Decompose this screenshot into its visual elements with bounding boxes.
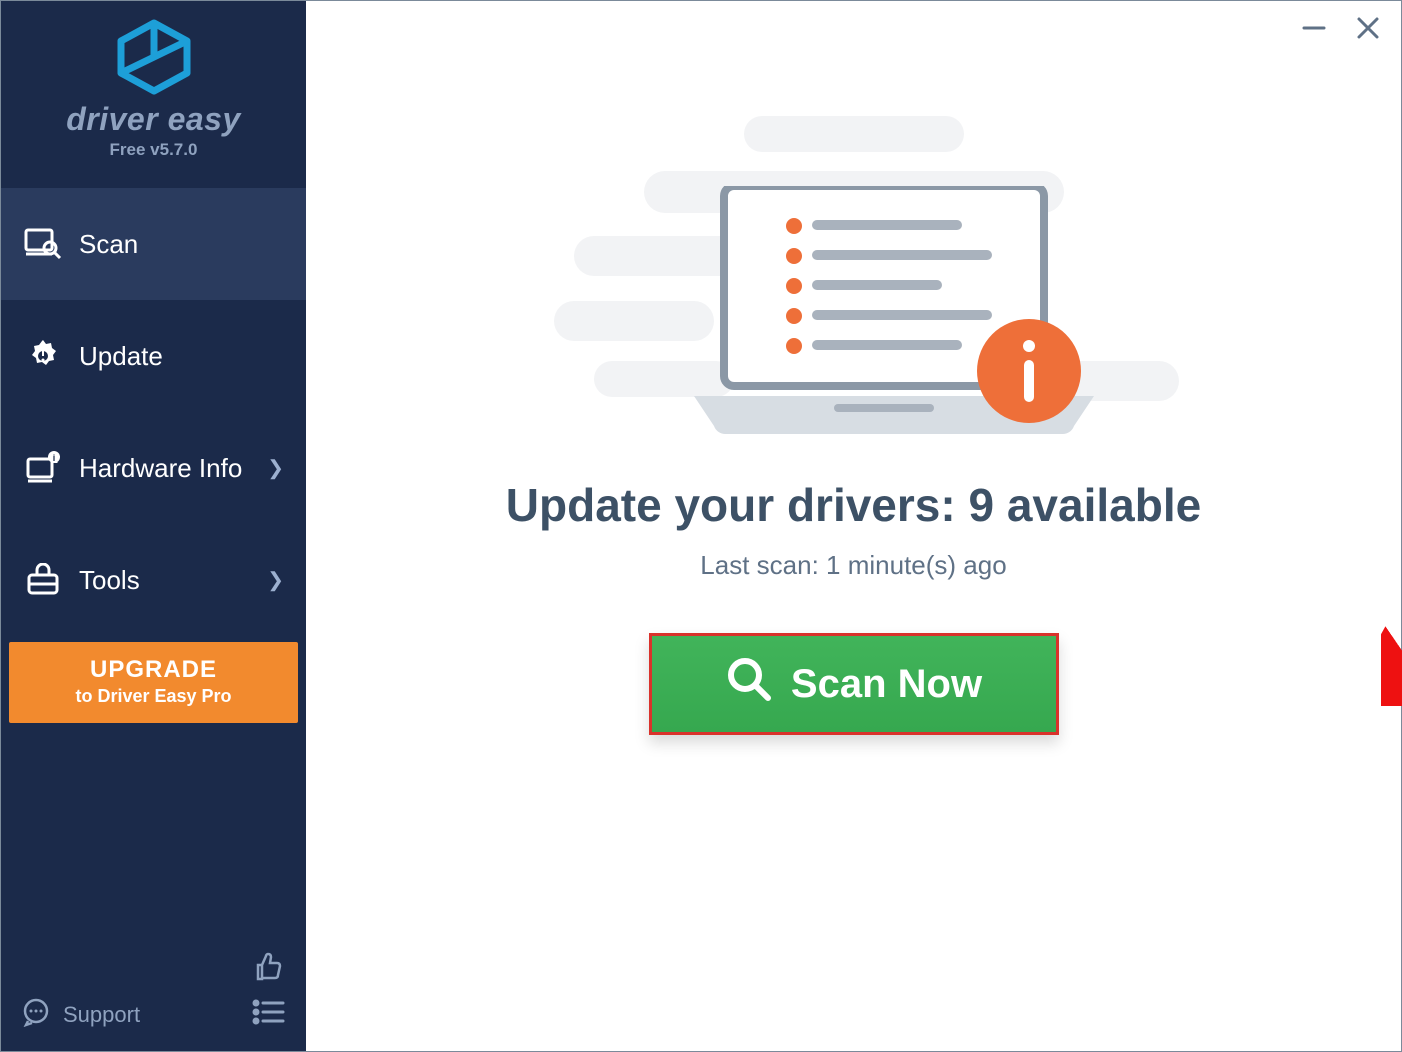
thumbs-up-icon[interactable]	[252, 971, 286, 988]
annotation-arrow-icon	[1381, 596, 1402, 711]
sidebar: driver easy Free v5.7.0 Scan Update i	[1, 1, 306, 1051]
logo-block: driver easy Free v5.7.0	[1, 1, 306, 178]
support-label: Support	[63, 1002, 140, 1028]
support-button[interactable]: Support	[21, 997, 140, 1033]
sidebar-item-hardware-info[interactable]: i Hardware Info ❯	[1, 412, 306, 524]
laptop-illustration	[514, 116, 1194, 436]
sidebar-item-scan[interactable]: Scan	[1, 188, 306, 300]
last-scan-text: Last scan: 1 minute(s) ago	[700, 550, 1006, 581]
app-logo-icon	[1, 19, 306, 95]
upgrade-button[interactable]: UPGRADE to Driver Easy Pro	[9, 642, 298, 723]
magnifier-icon	[725, 655, 773, 713]
upgrade-line2: to Driver Easy Pro	[15, 686, 292, 707]
sidebar-item-tools[interactable]: Tools ❯	[1, 524, 306, 636]
app-window: driver easy Free v5.7.0 Scan Update i	[0, 0, 1402, 1052]
version-label: Free v5.7.0	[1, 140, 306, 160]
gear-icon	[21, 338, 65, 374]
close-button[interactable]	[1355, 15, 1381, 47]
info-badge-icon	[974, 316, 1084, 431]
main-panel: Update your drivers: 9 available Last sc…	[306, 1, 1401, 1051]
scan-now-label: Scan Now	[791, 662, 982, 707]
minimize-button[interactable]	[1301, 15, 1327, 47]
chevron-right-icon: ❯	[267, 568, 284, 593]
sidebar-item-label: Scan	[79, 229, 138, 260]
svg-text:i: i	[53, 453, 56, 463]
toolbox-icon	[21, 563, 65, 597]
window-controls	[1301, 15, 1381, 47]
brand-name: driver easy	[1, 101, 306, 138]
sidebar-item-update[interactable]: Update	[1, 300, 306, 412]
sidebar-item-label: Hardware Info	[79, 453, 242, 484]
hardware-info-icon: i	[21, 451, 65, 485]
sidebar-nav: Scan Update i Hardware Info ❯ Tools	[1, 188, 306, 636]
sidebar-item-label: Update	[79, 341, 163, 372]
scan-now-button[interactable]: Scan Now	[649, 633, 1059, 735]
monitor-search-icon	[21, 228, 65, 260]
sidebar-item-label: Tools	[79, 565, 140, 596]
upgrade-line1: UPGRADE	[15, 656, 292, 684]
list-menu-icon[interactable]	[252, 999, 286, 1031]
sidebar-bottom: Support	[1, 940, 306, 1051]
chat-icon	[21, 997, 51, 1033]
headline: Update your drivers: 9 available	[506, 478, 1201, 532]
chevron-right-icon: ❯	[267, 456, 284, 481]
